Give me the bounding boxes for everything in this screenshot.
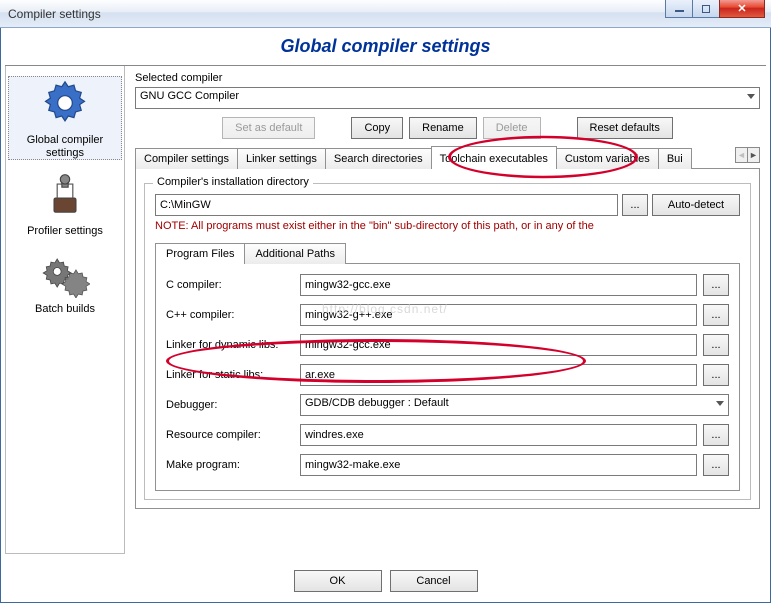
sidebar-item-label: Profiler settings — [6, 225, 124, 238]
tab-custom-variables[interactable]: Custom variables — [556, 148, 659, 169]
subtab-additional-paths[interactable]: Additional Paths — [244, 243, 346, 264]
browse-linker-dynamic-button[interactable]: ... — [703, 334, 729, 356]
row-linker-static: Linker for static libs: ... — [166, 364, 729, 386]
linker-dynamic-label: Linker for dynamic libs: — [166, 339, 294, 351]
debugger-value: GDB/CDB debugger : Default — [305, 397, 449, 409]
sidebar-item-profiler[interactable]: Profiler settings — [6, 170, 124, 238]
row-make-program: Make program: ... — [166, 454, 729, 476]
install-dir-input[interactable] — [155, 194, 618, 216]
debugger-dropdown[interactable]: GDB/CDB debugger : Default — [300, 394, 729, 416]
debugger-label: Debugger: — [166, 399, 294, 411]
tab-search-directories[interactable]: Search directories — [325, 148, 432, 169]
toolchain-panel: Compiler's installation directory ... Au… — [135, 169, 760, 509]
page-title: Global compiler settings — [280, 36, 490, 56]
install-note: NOTE: All programs must exist either in … — [155, 220, 740, 232]
rename-button[interactable]: Rename — [409, 117, 477, 139]
profiler-icon — [40, 170, 90, 220]
row-c-compiler: C compiler: ... — [166, 274, 729, 296]
delete-button[interactable]: Delete — [483, 117, 541, 139]
autodetect-button[interactable]: Auto-detect — [652, 194, 740, 216]
sidebar-item-label: Global compiler settings — [9, 134, 121, 159]
row-resource-compiler: Resource compiler: ... — [166, 424, 729, 446]
settings-tabstrip: Compiler settings Linker settings Search… — [135, 145, 760, 169]
row-cpp-compiler: C++ compiler: ... — [166, 304, 729, 326]
gear-icon — [39, 77, 91, 129]
browse-linker-static-button[interactable]: ... — [703, 364, 729, 386]
minimize-icon — [675, 10, 684, 12]
category-sidebar: Global compiler settings Profiler settin… — [5, 66, 125, 554]
cpp-compiler-input[interactable] — [300, 304, 697, 326]
selected-compiler-dropdown[interactable]: GNU GCC Compiler — [135, 87, 760, 109]
browse-install-dir-button[interactable]: ... — [622, 194, 648, 216]
browse-cpp-compiler-button[interactable]: ... — [703, 304, 729, 326]
maximize-button[interactable] — [692, 0, 720, 18]
dialog-buttons: OK Cancel — [1, 570, 770, 592]
window-title: Compiler settings — [8, 7, 101, 21]
tab-build-options[interactable]: Bui — [658, 148, 692, 169]
row-debugger: Debugger: GDB/CDB debugger : Default — [166, 394, 729, 416]
chevron-down-icon — [716, 401, 724, 406]
selected-compiler-label: Selected compiler — [135, 72, 760, 84]
sidebar-item-label: Batch builds — [6, 303, 124, 316]
selected-compiler-value: GNU GCC Compiler — [140, 90, 239, 102]
make-program-label: Make program: — [166, 459, 294, 471]
sidebar-item-global-compiler[interactable]: Global compiler settings — [8, 76, 122, 160]
title-bar: Compiler settings ✕ — [0, 0, 771, 28]
cancel-button[interactable]: Cancel — [390, 570, 478, 592]
maximize-icon — [702, 5, 710, 13]
close-button[interactable]: ✕ — [719, 0, 765, 18]
browse-resource-compiler-button[interactable]: ... — [703, 424, 729, 446]
tab-linker-settings[interactable]: Linker settings — [237, 148, 326, 169]
set-default-button[interactable]: Set as default — [222, 117, 315, 139]
minimize-button[interactable] — [665, 0, 693, 18]
reset-defaults-button[interactable]: Reset defaults — [577, 117, 673, 139]
close-icon: ✕ — [737, 2, 746, 15]
cpp-compiler-label: C++ compiler: — [166, 309, 294, 321]
dialog-content: Global compiler settings Global compiler… — [0, 28, 771, 603]
ok-button[interactable]: OK — [294, 570, 382, 592]
subtab-program-files[interactable]: Program Files — [155, 243, 245, 264]
install-dir-group: Compiler's installation directory ... Au… — [144, 183, 751, 500]
compiler-action-row: Set as default Copy Rename Delete Reset … — [135, 117, 760, 139]
program-files-form: C compiler: ... C++ compiler: ... — [155, 264, 740, 491]
window-buttons: ✕ — [666, 0, 765, 18]
tab-scroll-right[interactable]: ► — [747, 147, 760, 163]
page-header: Global compiler settings — [5, 30, 766, 66]
linker-static-input[interactable] — [300, 364, 697, 386]
main-panel: Selected compiler GNU GCC Compiler Set a… — [125, 66, 766, 554]
linker-dynamic-input[interactable] — [300, 334, 697, 356]
resource-compiler-label: Resource compiler: — [166, 429, 294, 441]
install-dir-group-title: Compiler's installation directory — [153, 176, 313, 188]
browse-make-program-button[interactable]: ... — [703, 454, 729, 476]
chevron-down-icon — [747, 94, 755, 99]
c-compiler-input[interactable] — [300, 274, 697, 296]
browse-c-compiler-button[interactable]: ... — [703, 274, 729, 296]
tab-toolchain-executables[interactable]: Toolchain executables — [431, 146, 557, 169]
program-subtabs: Program Files Additional Paths — [155, 242, 740, 264]
tab-scroll-buttons: ◄ ► — [736, 147, 760, 163]
resource-compiler-input[interactable] — [300, 424, 697, 446]
c-compiler-label: C compiler: — [166, 279, 294, 291]
row-linker-dynamic: Linker for dynamic libs: ... — [166, 334, 729, 356]
tab-compiler-settings[interactable]: Compiler settings — [135, 148, 238, 169]
linker-static-label: Linker for static libs: — [166, 369, 294, 381]
make-program-input[interactable] — [300, 454, 697, 476]
sidebar-item-batch[interactable]: Batch builds — [6, 248, 124, 316]
copy-button[interactable]: Copy — [351, 117, 403, 139]
batch-icon — [40, 248, 90, 298]
